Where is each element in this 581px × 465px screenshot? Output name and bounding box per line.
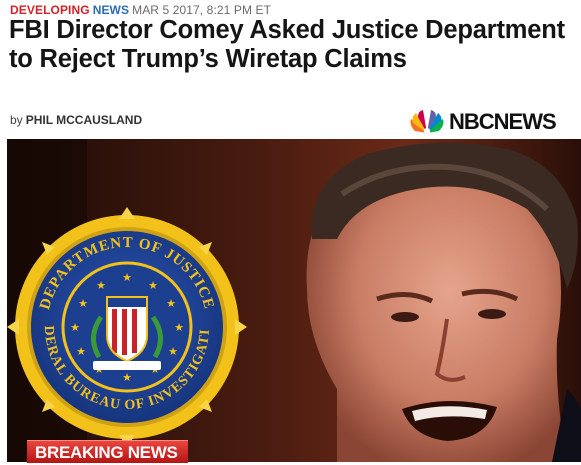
svg-text:★: ★ (148, 279, 158, 292)
svg-text:★: ★ (122, 271, 132, 284)
article-meta: DEVELOPINGNEWSMAR 5 2017, 8:21 PM ET (10, 3, 271, 17)
byline: byPHIL MCCAUSLAND (10, 113, 142, 127)
person-figure (307, 143, 581, 462)
article-photo[interactable]: DEPARTMENT OF JUSTICE FEDERAL BUREAU OF … (7, 139, 581, 462)
svg-text:★: ★ (96, 279, 106, 292)
developing-label[interactable]: DEVELOPING (10, 3, 90, 17)
photo-illustration: DEPARTMENT OF JUSTICE FEDERAL BUREAU OF … (7, 139, 581, 462)
breaking-news-banner: BREAKING NEWS (27, 440, 188, 463)
timestamp: MAR 5 2017, 8:21 PM ET (132, 3, 271, 17)
svg-text:★: ★ (70, 321, 80, 334)
news-section-link[interactable]: NEWS (93, 3, 129, 17)
author-link[interactable]: PHIL MCCAUSLAND (26, 113, 142, 127)
svg-text:★: ★ (168, 345, 178, 358)
headline[interactable]: FBI Director Comey Asked Justice Departm… (9, 16, 569, 74)
nbc-peacock-icon (407, 109, 447, 135)
nbc-news-logo[interactable]: NBCNEWS (407, 108, 577, 136)
fbi-seal: DEPARTMENT OF JUSTICE FEDERAL BUREAU OF … (7, 207, 247, 447)
svg-text:★: ★ (78, 297, 88, 310)
svg-text:★: ★ (174, 321, 184, 334)
byline-prefix: by (10, 113, 23, 127)
svg-text:★: ★ (76, 345, 86, 358)
svg-text:★: ★ (166, 297, 176, 310)
logo-text: NBCNEWS (449, 109, 556, 135)
svg-text:★: ★ (122, 371, 132, 384)
